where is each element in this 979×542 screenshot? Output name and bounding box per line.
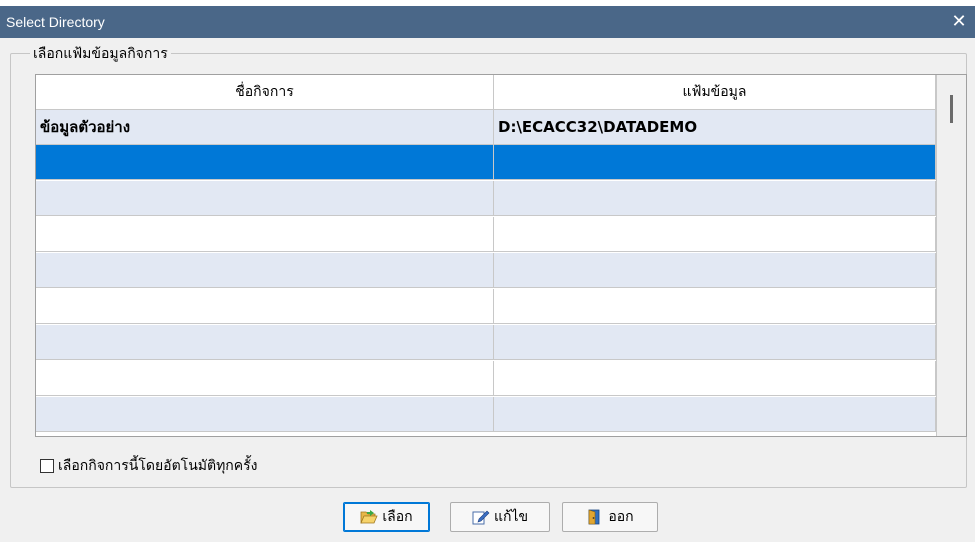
table-row[interactable]: ข้อมูลตัวอย่าง D:\ECACC32\DATADEMO (36, 110, 936, 145)
data-folder-cell (494, 325, 936, 360)
scrollbar-thumb[interactable] (950, 95, 953, 123)
title-bar: Select Directory ✕ (0, 6, 975, 38)
company-name-cell (36, 217, 494, 252)
column-header-company-name[interactable]: ชื่อกิจการ (36, 75, 494, 109)
data-folder-cell (494, 145, 936, 180)
exit-door-icon (586, 509, 604, 525)
close-icon[interactable]: ✕ (947, 10, 971, 34)
groupbox-label: เลือกแฟ้มข้อมูลกิจการ (30, 43, 171, 65)
company-name-cell (36, 181, 494, 216)
table-row[interactable] (36, 217, 936, 252)
company-name-cell (36, 325, 494, 360)
select-button[interactable]: เลือก (343, 502, 430, 532)
edit-icon (472, 509, 490, 525)
edit-button-label: แก้ไข (493, 509, 529, 525)
data-folder-cell (494, 361, 936, 396)
table-row[interactable] (36, 325, 936, 360)
data-folder-cell (494, 181, 936, 216)
exit-button-label: ออก (608, 509, 634, 525)
company-name-cell: ข้อมูลตัวอย่าง (36, 110, 494, 145)
column-header-data-folder[interactable]: แฟ้มข้อมูล (494, 75, 936, 109)
vertical-scrollbar[interactable] (936, 75, 966, 436)
auto-select-label: เลือกกิจการนี้โดยอัตโนมัติทุกครั้ง (58, 458, 258, 474)
data-folder-cell (494, 217, 936, 252)
table-row-selected[interactable] (36, 145, 936, 180)
table-row[interactable] (36, 289, 936, 324)
table-row[interactable] (36, 181, 936, 216)
table-row[interactable] (36, 361, 936, 396)
data-folder-cell (494, 289, 936, 324)
data-folder-cell: D:\ECACC32\DATADEMO (494, 110, 936, 145)
table-row[interactable] (36, 397, 936, 432)
folder-open-icon (360, 509, 378, 525)
exit-button[interactable]: ออก (562, 502, 658, 532)
window-title: Select Directory (6, 14, 105, 30)
auto-select-checkbox-row[interactable]: เลือกกิจการนี้โดยอัตโนมัติทุกครั้ง (40, 455, 258, 477)
data-folder-cell (494, 397, 936, 432)
auto-select-checkbox[interactable] (40, 459, 54, 473)
directory-grid[interactable]: ชื่อกิจการ แฟ้มข้อมูล ข้อมูลตัวอย่าง D:\… (35, 74, 967, 437)
table-row[interactable] (36, 253, 936, 288)
company-name-cell (36, 397, 494, 432)
data-folder-cell (494, 253, 936, 288)
company-name-cell (36, 145, 494, 180)
company-name-cell (36, 361, 494, 396)
edit-button[interactable]: แก้ไข (450, 502, 550, 532)
company-name-cell (36, 253, 494, 288)
select-button-label: เลือก (382, 509, 413, 525)
company-name-cell (36, 289, 494, 324)
grid-header: ชื่อกิจการ แฟ้มข้อมูล (36, 75, 936, 110)
